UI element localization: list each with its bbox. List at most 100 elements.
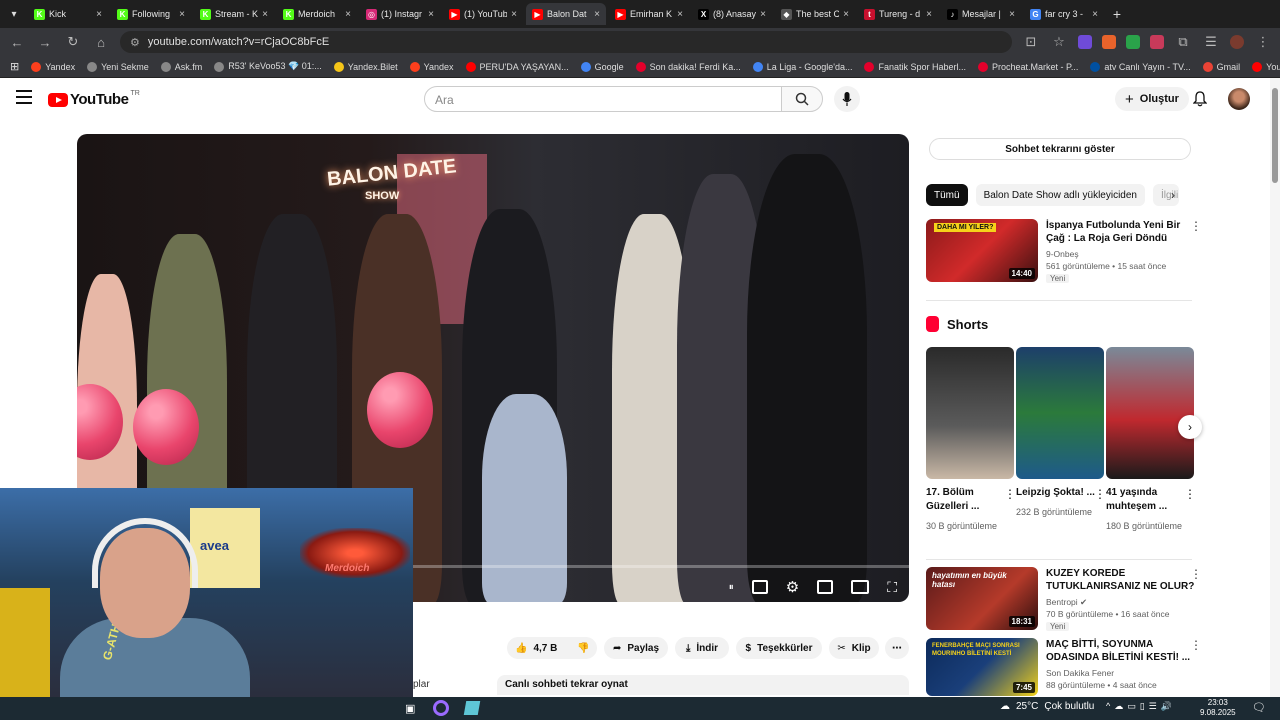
- browser-tab[interactable]: ▶ (1) YouTub ×: [443, 3, 523, 25]
- tab-close-icon[interactable]: ×: [511, 9, 517, 20]
- channel-name[interactable]: Son Dakika Fener: [1046, 667, 1196, 679]
- shorts-next-chevron-icon[interactable]: ›: [1178, 415, 1202, 439]
- theater-mode-icon[interactable]: [851, 580, 870, 594]
- notifications-bell-icon[interactable]: [1192, 91, 1208, 112]
- menu-icon[interactable]: ⋮: [1254, 34, 1272, 50]
- video-thumbnail[interactable]: DAHA MI YILER? 14:40: [926, 219, 1038, 282]
- taskbar-clock[interactable]: 23:03 9.08.2025: [1200, 698, 1236, 718]
- system-tray-icons[interactable]: ^☁▭▯☰🔊: [1106, 701, 1176, 712]
- more-vert-icon[interactable]: ⋮: [1004, 487, 1016, 501]
- more-vert-icon[interactable]: ⋮: [1190, 567, 1202, 581]
- back-icon[interactable]: ←: [8, 35, 26, 50]
- recommended-video[interactable]: hayatımın en büyük hatası 18:31 KUZEY KO…: [926, 567, 1202, 632]
- browser-tab[interactable]: X (8) Anasay ×: [692, 3, 772, 25]
- notification-center-icon[interactable]: 🗨: [1252, 701, 1266, 714]
- bookmark-item[interactable]: Procheat.Market - P...: [978, 61, 1078, 72]
- browser-tab[interactable]: ◎ (1) Instagr ×: [360, 3, 440, 25]
- more-vert-icon[interactable]: ⋮: [1190, 638, 1202, 652]
- new-tab-button[interactable]: +: [1107, 6, 1127, 22]
- bookmark-item[interactable]: Yandex: [409, 61, 454, 72]
- chip-from-uploader[interactable]: Balon Date Show adlı yükleyiciden: [975, 184, 1145, 206]
- more-vert-icon[interactable]: ⋮: [1190, 219, 1202, 233]
- tab-close-icon[interactable]: ×: [428, 9, 434, 20]
- short-title[interactable]: 17. Bölüm Güzelleri ...: [926, 486, 1014, 514]
- account-avatar[interactable]: [1228, 88, 1250, 110]
- short-title[interactable]: 41 yaşında muhteşem ...: [1106, 486, 1194, 514]
- tab-close-icon[interactable]: ×: [96, 9, 102, 20]
- bookmark-item[interactable]: La Liga - Google'da...: [752, 61, 852, 72]
- download-button[interactable]: ⤓ İndir: [675, 637, 729, 659]
- tab-close-icon[interactable]: ×: [345, 9, 351, 20]
- clip-button[interactable]: ✂ Klip: [829, 637, 879, 659]
- browser-tab[interactable]: K Stream - K ×: [194, 3, 274, 25]
- bookmark-item[interactable]: atv Canlı Yayın - TV...: [1090, 61, 1191, 72]
- forward-icon[interactable]: →: [36, 35, 54, 50]
- bookmark-item[interactable]: Google: [580, 61, 624, 72]
- search-input[interactable]: Ara: [424, 86, 782, 112]
- bookmark-item[interactable]: Son dakika! Ferdi Ka...: [635, 61, 741, 72]
- reload-icon[interactable]: ↻: [64, 34, 82, 50]
- video-title[interactable]: KUZEY KOREDE TUTUKLANIRSANIZ NE OLUR?: [1046, 567, 1196, 593]
- bookmark-item[interactable]: Ask.fm: [160, 61, 202, 72]
- short-item[interactable]: 17. Bölüm Güzelleri ... 30 B görüntüleme…: [926, 347, 1016, 533]
- tab-close-icon[interactable]: ×: [1009, 9, 1015, 20]
- thanks-button[interactable]: $ Teşekkürler: [736, 637, 822, 659]
- chip-all[interactable]: Tümü: [926, 184, 968, 206]
- bookmark-item[interactable]: YouTube: [1252, 61, 1280, 72]
- install-app-icon[interactable]: ⊡: [1022, 34, 1040, 50]
- share-button[interactable]: ➦ Paylaş: [604, 637, 668, 659]
- bookmark-item[interactable]: Fanatik Spor Haberl...: [864, 61, 966, 72]
- search-button[interactable]: [781, 86, 823, 112]
- subtitles-icon[interactable]: [751, 580, 768, 594]
- extension-icon[interactable]: [1126, 35, 1140, 49]
- video-thumbnail[interactable]: hayatımın en büyük hatası 18:31: [926, 567, 1038, 630]
- bookmark-item[interactable]: Yeni Sekme: [87, 61, 149, 72]
- taskbar-app-icon[interactable]: [463, 701, 481, 715]
- extension-icon[interactable]: [1150, 35, 1164, 49]
- bookmark-star-icon[interactable]: ☆: [1050, 34, 1068, 50]
- extension-icon[interactable]: [1078, 35, 1092, 49]
- apps-grid-icon[interactable]: ⊞: [10, 60, 19, 73]
- bookmark-item[interactable]: Gmail: [1202, 61, 1240, 72]
- scrollbar-thumb[interactable]: [1272, 88, 1278, 183]
- short-item[interactable]: Leipzig Şokta! ... 232 B görüntüleme ⋮: [1016, 347, 1106, 519]
- youtube-logo[interactable]: YouTube TR: [48, 90, 140, 108]
- bookmark-item[interactable]: R53' KeVoo53 💎 01:...: [214, 61, 322, 72]
- address-bar[interactable]: ⚙ youtube.com/watch?v=rCjaOC8bFcE: [120, 31, 1012, 53]
- extensions-puzzle-icon[interactable]: ⧉: [1174, 34, 1192, 50]
- short-thumbnail[interactable]: [1016, 347, 1104, 479]
- tab-close-icon[interactable]: ×: [677, 9, 683, 20]
- short-title[interactable]: Leipzig Şokta! ...: [1016, 486, 1104, 500]
- tab-close-icon[interactable]: ×: [1092, 9, 1098, 20]
- chip-related[interactable]: İlgili: [1153, 184, 1179, 206]
- fullscreen-icon[interactable]: ⛶: [887, 579, 897, 596]
- voice-search-button[interactable]: [834, 86, 860, 112]
- video-title[interactable]: İspanya Futbolunda Yeni Bir Çağ : La Roj…: [1046, 219, 1196, 245]
- bookmark-item[interactable]: Yandex.Bilet: [333, 61, 398, 72]
- settings-gear-icon[interactable]: ⚙: [786, 578, 799, 596]
- home-icon[interactable]: ⌂: [92, 35, 110, 50]
- browser-tab[interactable]: t Tureng - d ×: [858, 3, 938, 25]
- taskbar-app-icon[interactable]: ▣: [405, 702, 415, 715]
- tab-close-icon[interactable]: ×: [262, 9, 268, 20]
- browser-tab[interactable]: ▶ Emirhan K ×: [609, 3, 689, 25]
- bookmark-item[interactable]: Yandex: [31, 61, 75, 72]
- browser-tab[interactable]: K Kick ×: [28, 3, 108, 25]
- video-thumbnail[interactable]: FENERBAHÇE MAÇI SONRASI MOURINHO BİLETİN…: [926, 638, 1038, 696]
- tab-close-icon[interactable]: ×: [760, 9, 766, 20]
- reading-list-icon[interactable]: ☰: [1202, 34, 1220, 50]
- short-item[interactable]: 41 yaşında muhteşem ... 180 B görüntülem…: [1106, 347, 1196, 533]
- short-thumbnail[interactable]: [926, 347, 1014, 479]
- channel-name[interactable]: 9-Onbeş: [1046, 248, 1196, 260]
- taskbar-app-icon[interactable]: [433, 700, 449, 716]
- like-button[interactable]: 👍 4,7 B 👎: [507, 637, 597, 659]
- more-vert-icon[interactable]: ⋮: [1184, 487, 1196, 501]
- site-info-icon[interactable]: ⚙: [130, 36, 140, 49]
- recommended-video[interactable]: FENERBAHÇE MAÇI SONRASI MOURINHO BİLETİN…: [926, 638, 1202, 696]
- browser-tab[interactable]: Gfar cry 3 - ×: [1024, 3, 1104, 25]
- browser-tab[interactable]: ▶ Balon Dat ×: [526, 3, 606, 25]
- miniplayer-icon[interactable]: [817, 580, 834, 594]
- show-chat-replay-button[interactable]: Sohbet tekrarını göster: [929, 138, 1191, 160]
- recommended-video[interactable]: DAHA MI YILER? 14:40 İspanya Futbolunda …: [926, 219, 1202, 284]
- short-thumbnail[interactable]: [1106, 347, 1194, 479]
